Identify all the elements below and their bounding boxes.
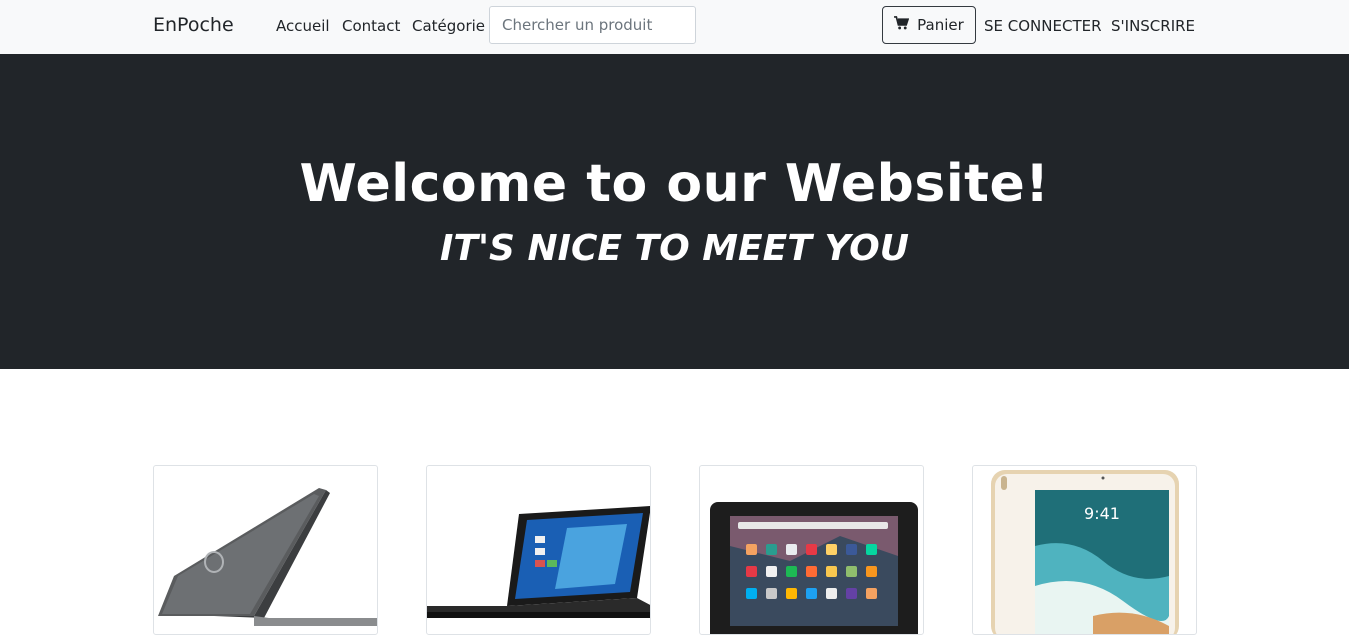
tablet-portrait-image: 9:41 (991, 470, 1179, 634)
cart-icon (894, 16, 910, 34)
product-card[interactable]: 9:41 (972, 465, 1197, 635)
cart-button[interactable]: Panier (882, 6, 976, 44)
cart-label: Panier (917, 16, 964, 34)
brand-logo[interactable]: EnPoche (153, 14, 234, 36)
nav-link-accueil[interactable]: Accueil (276, 17, 330, 35)
product-card[interactable] (699, 465, 924, 635)
search-input[interactable] (489, 6, 696, 44)
tablet-landscape-image (710, 502, 918, 634)
register-link[interactable]: S'INSCRIRE (1111, 17, 1195, 35)
laptop-back-image (158, 488, 377, 626)
nav-link-contact[interactable]: Contact (342, 17, 400, 35)
login-link[interactable]: SE CONNECTER (984, 17, 1102, 35)
nav-link-categorie[interactable]: Catégorie (412, 17, 485, 35)
navbar: EnPoche Accueil Contact Catégorie Panier… (0, 0, 1349, 54)
product-card[interactable] (153, 465, 378, 635)
product-card[interactable] (426, 465, 651, 635)
hero-subtitle: IT'S NICE TO MEET YOU (440, 228, 909, 269)
laptop-front-image (427, 506, 650, 618)
hero-banner: Welcome to our Website! IT'S NICE TO MEE… (0, 54, 1349, 369)
tablet-clock: 9:41 (1084, 504, 1120, 523)
hero-title: Welcome to our Website! (299, 154, 1050, 214)
